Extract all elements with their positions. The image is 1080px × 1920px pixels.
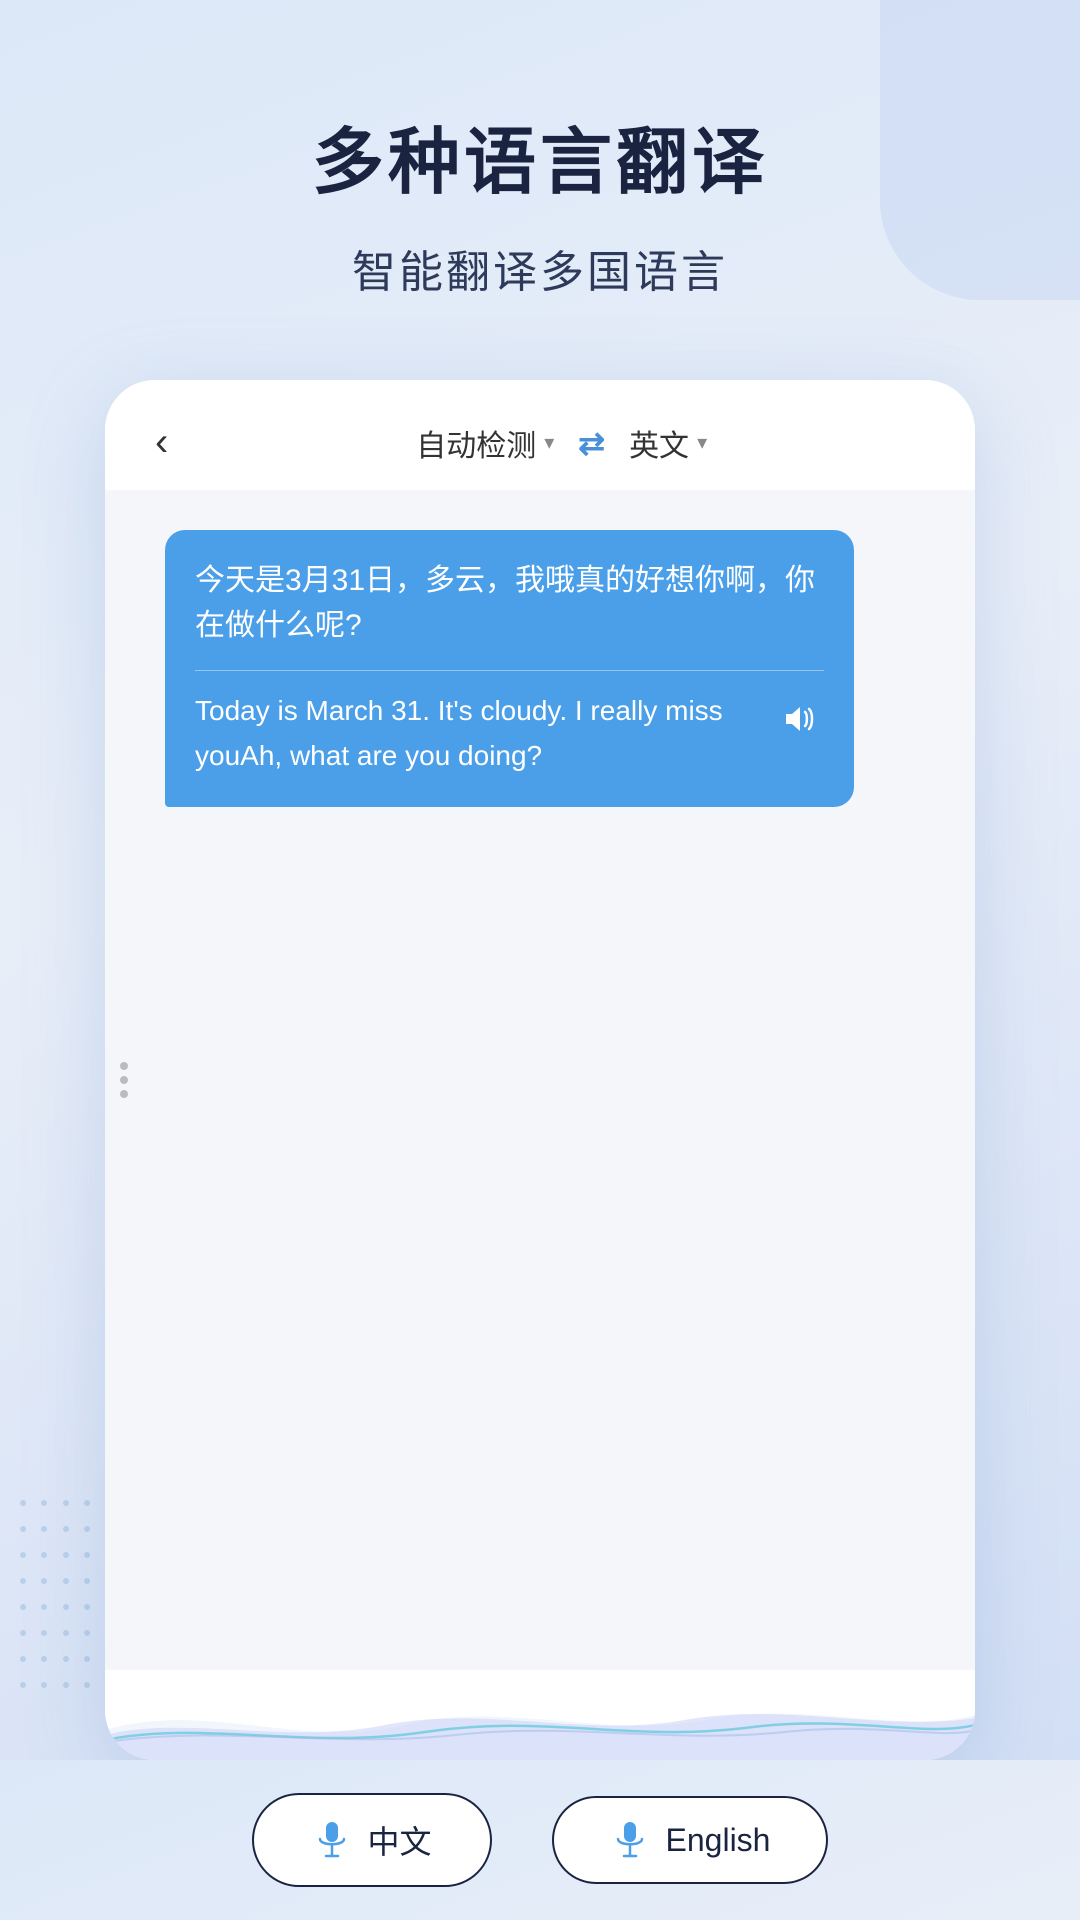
target-lang-label: 英文 — [629, 421, 689, 465]
back-button[interactable]: ‹ — [155, 420, 168, 465]
target-lang-arrow: ▾ — [697, 430, 707, 455]
english-label: English — [666, 1822, 771, 1859]
source-lang-label: 自动检测 — [416, 421, 536, 465]
english-language-button[interactable]: English — [552, 1796, 829, 1884]
wave-decoration — [105, 1670, 975, 1760]
swap-languages-button[interactable]: ⇄ — [578, 424, 605, 462]
source-lang-arrow: ▾ — [544, 430, 554, 455]
language-selector: 自动检测 ▾ ⇄ 英文 ▾ — [198, 421, 925, 465]
chinese-language-button[interactable]: 中文 — [252, 1793, 492, 1887]
menu-dot-2 — [120, 1076, 128, 1084]
menu-dot-3 — [120, 1090, 128, 1098]
translation-row: Today is March 31. It's cloudy. I really… — [195, 689, 824, 779]
english-mic-icon — [610, 1820, 650, 1860]
phone-mockup: ‹ 自动检测 ▾ ⇄ 英文 ▾ 今天是3月31日，多云，我哦真的好想你啊，你在做… — [105, 380, 975, 1760]
bottom-bar: 中文 English — [0, 1760, 1080, 1920]
message-bubble: 今天是3月31日，多云，我哦真的好想你啊，你在做什么呢? Today is Ma… — [165, 530, 854, 807]
target-language-selector[interactable]: 英文 ▾ — [629, 421, 707, 465]
translated-text: Today is March 31. It's cloudy. I really… — [195, 689, 756, 779]
chinese-mic-icon — [312, 1820, 352, 1860]
chat-area: 今天是3月31日，多云，我哦真的好想你啊，你在做什么呢? Today is Ma… — [105, 490, 975, 1670]
chinese-label: 中文 — [368, 1817, 432, 1863]
source-language-selector[interactable]: 自动检测 ▾ — [416, 421, 554, 465]
menu-dot-1 — [120, 1062, 128, 1070]
mockup-topbar: ‹ 自动检测 ▾ ⇄ 英文 ▾ — [105, 380, 975, 490]
side-menu[interactable] — [120, 1062, 128, 1098]
bg-decoration-top — [880, 0, 1080, 300]
original-text: 今天是3月31日，多云，我哦真的好想你啊，你在做什么呢? — [195, 558, 824, 671]
speaker-button[interactable] — [772, 693, 824, 745]
